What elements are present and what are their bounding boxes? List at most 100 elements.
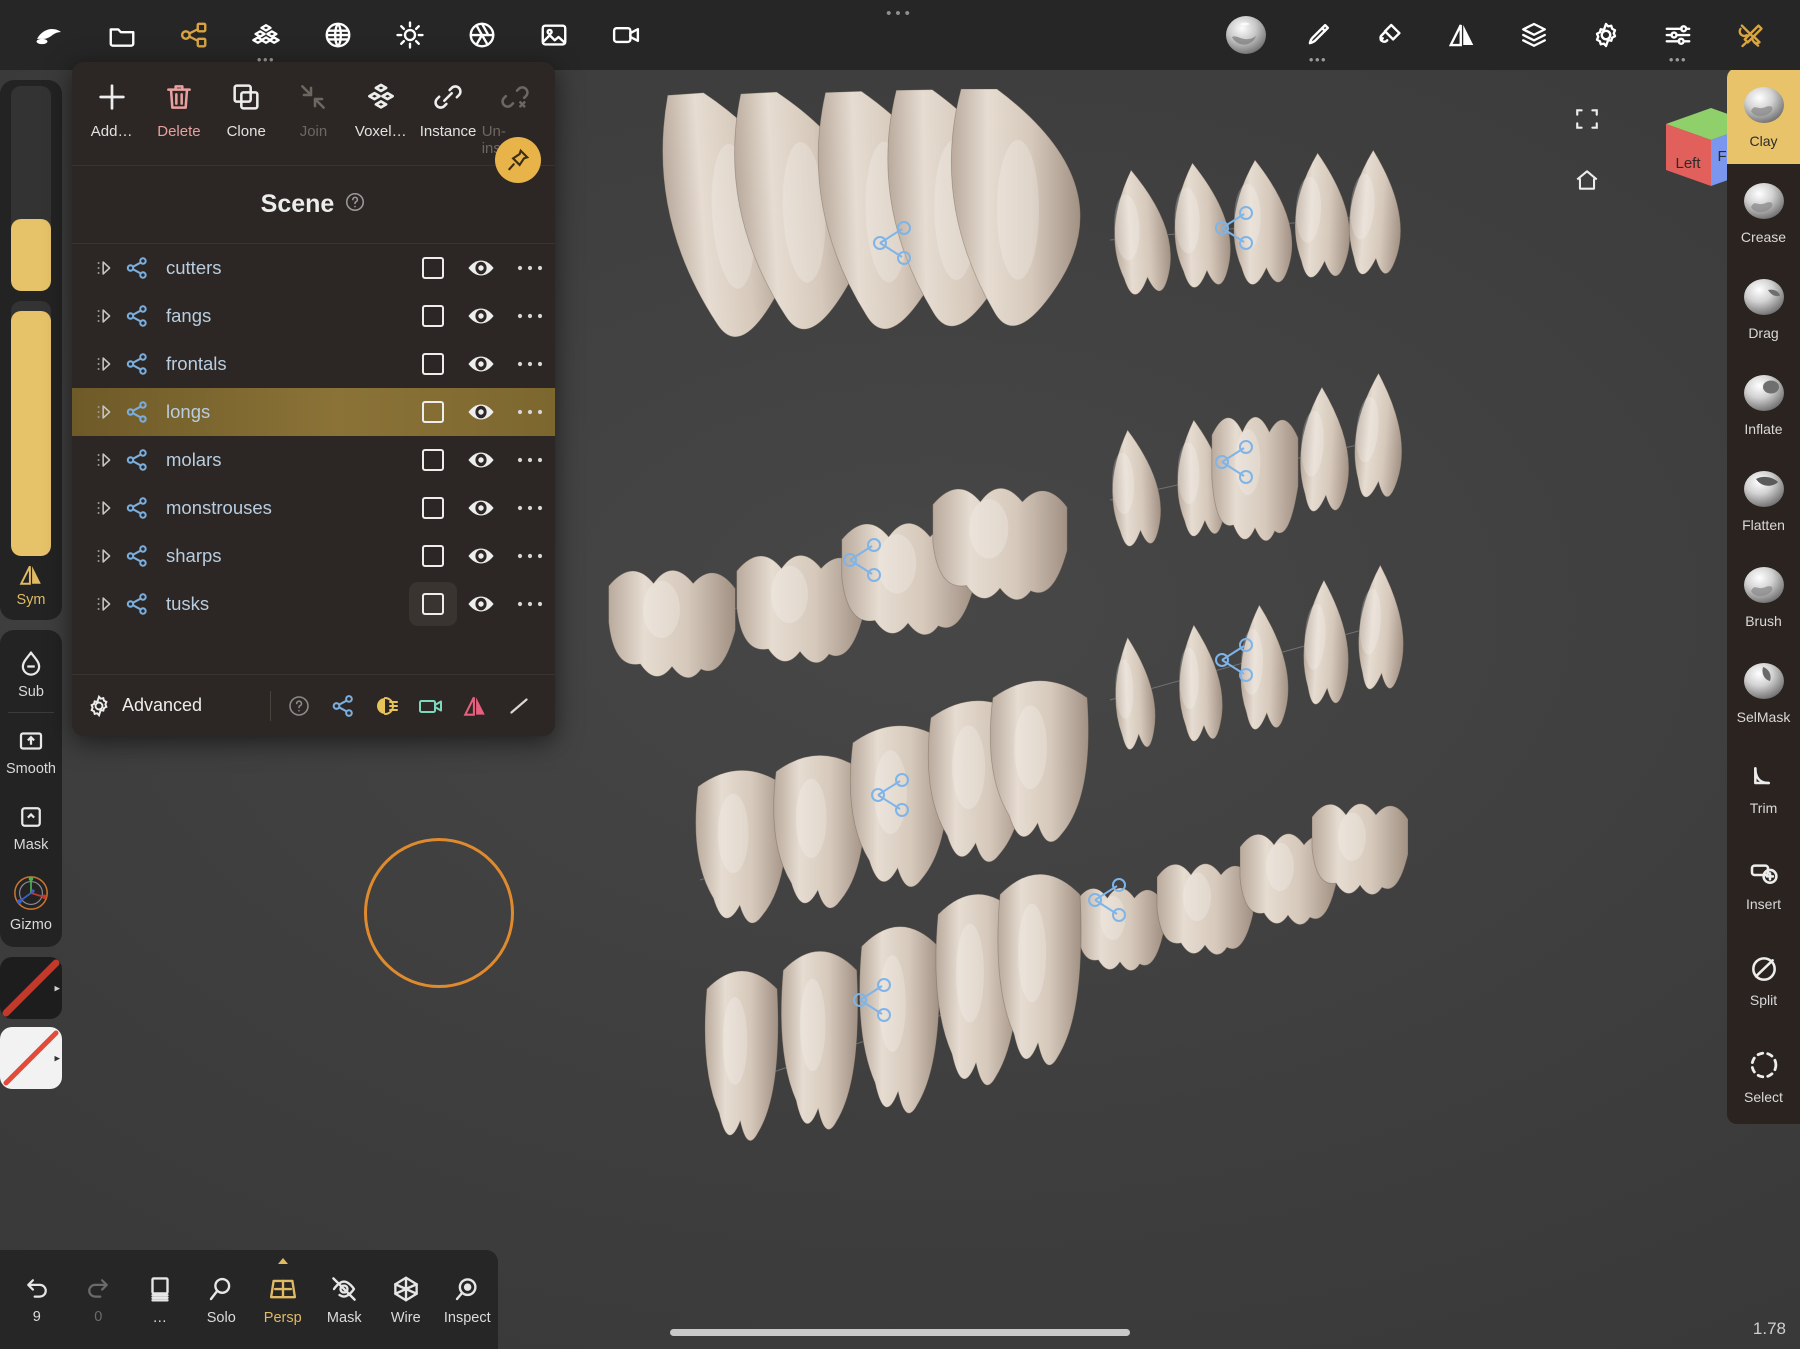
select-tool[interactable]: Select [1727, 1028, 1800, 1124]
object-checkbox[interactable] [409, 438, 457, 482]
more-options-icon[interactable] [505, 263, 555, 273]
undo-button[interactable]: 9 [6, 1250, 68, 1349]
object-checkbox[interactable] [409, 342, 457, 386]
more-options-icon[interactable] [505, 503, 555, 513]
light-icon[interactable] [365, 684, 409, 728]
persp-button[interactable]: Persp [252, 1250, 314, 1349]
more-options-icon[interactable] [505, 407, 555, 417]
table-row[interactable]: monstrouses [72, 484, 555, 532]
tools-button[interactable] [1714, 0, 1786, 70]
clone-button[interactable]: Clone [213, 76, 280, 140]
insert-tool[interactable]: Insert [1727, 836, 1800, 932]
symmetry-toggle[interactable]: Sym [0, 556, 62, 614]
sliders-button[interactable]: ••• [1642, 0, 1714, 70]
add-button[interactable]: Add… [78, 76, 145, 140]
mask-view-button[interactable]: Mask [314, 1250, 376, 1349]
table-row[interactable]: sharps [72, 532, 555, 580]
paint-brush-button[interactable]: ••• [1282, 0, 1354, 70]
visibility-eye-icon[interactable] [457, 303, 505, 329]
share-nodes-icon[interactable] [124, 591, 158, 617]
home-icon[interactable] [1574, 167, 1600, 198]
table-row[interactable]: frontals [72, 340, 555, 388]
intensity-slider[interactable] [11, 301, 51, 556]
expand-triangle-icon[interactable] [94, 353, 124, 375]
more-options-icon[interactable] [505, 551, 555, 561]
more-options-icon[interactable] [505, 599, 555, 609]
radius-slider[interactable] [11, 86, 51, 291]
fill-bucket-button[interactable] [1354, 0, 1426, 70]
line-icon[interactable] [497, 684, 541, 728]
material-sphere-button[interactable] [302, 0, 374, 70]
visibility-eye-icon[interactable] [457, 399, 505, 425]
table-row[interactable]: molars [72, 436, 555, 484]
expand-triangle-icon[interactable] [94, 257, 124, 279]
background-image-button[interactable] [518, 0, 590, 70]
delete-button[interactable]: Delete [145, 76, 212, 140]
share-nodes-icon[interactable] [124, 255, 158, 281]
clay-tool[interactable]: Clay [1727, 68, 1800, 164]
fullscreen-icon[interactable] [1574, 106, 1600, 137]
sub-mode-button[interactable]: Sub [0, 636, 62, 712]
more-options-icon[interactable] [505, 359, 555, 369]
share-nodes-icon[interactable] [124, 495, 158, 521]
visibility-eye-icon[interactable] [457, 591, 505, 617]
visibility-eye-icon[interactable] [457, 495, 505, 521]
help-circle-icon[interactable] [344, 191, 366, 218]
share-nodes-icon[interactable] [124, 447, 158, 473]
table-row[interactable]: tusks [72, 580, 555, 628]
topology-button[interactable]: ••• [230, 0, 302, 70]
orientation-cube[interactable]: Left Front [1636, 98, 1756, 186]
share-nodes-icon[interactable] [321, 684, 365, 728]
folder-button[interactable] [86, 0, 158, 70]
layers-list-button[interactable]: … [129, 1250, 191, 1349]
drag-tool[interactable]: Drag [1727, 260, 1800, 356]
wire-button[interactable]: Wire [375, 1250, 437, 1349]
smooth-button[interactable]: Smooth [0, 713, 62, 789]
expand-triangle-icon[interactable] [94, 305, 124, 327]
selmask-tool[interactable]: SelMask [1727, 644, 1800, 740]
layers-button[interactable] [1498, 0, 1570, 70]
visibility-eye-icon[interactable] [457, 447, 505, 473]
expand-triangle-icon[interactable] [94, 593, 124, 615]
table-row[interactable]: fangs [72, 292, 555, 340]
share-nodes-icon[interactable] [124, 543, 158, 569]
object-checkbox[interactable] [409, 246, 457, 290]
object-checkbox[interactable] [409, 582, 457, 626]
crease-tool[interactable]: Crease [1727, 164, 1800, 260]
render-video-button[interactable] [590, 0, 662, 70]
solo-button[interactable]: Solo [191, 1250, 253, 1349]
object-checkbox[interactable] [409, 294, 457, 338]
brush-tool[interactable]: Brush [1727, 548, 1800, 644]
gizmo-button[interactable]: Gizmo [0, 865, 62, 941]
panel-drag-handle[interactable]: ••• [886, 6, 914, 21]
visibility-eye-icon[interactable] [457, 543, 505, 569]
object-checkbox[interactable] [409, 486, 457, 530]
view-cube-widget[interactable]: Left Front [1576, 98, 1756, 190]
more-options-icon[interactable] [505, 311, 555, 321]
share-nodes-icon[interactable] [124, 351, 158, 377]
symmetry-button[interactable] [1426, 0, 1498, 70]
camera-icon[interactable] [409, 684, 453, 728]
flatten-tool[interactable]: Flatten [1727, 452, 1800, 548]
redo-button[interactable]: 0 [68, 1250, 130, 1349]
table-row[interactable]: cutters [72, 244, 555, 292]
split-tool[interactable]: Split [1727, 932, 1800, 1028]
table-row[interactable]: longs [72, 388, 555, 436]
expand-triangle-icon[interactable] [94, 545, 124, 567]
trim-tool[interactable]: Trim [1727, 740, 1800, 836]
visibility-eye-icon[interactable] [457, 255, 505, 281]
share-nodes-icon[interactable] [124, 303, 158, 329]
scene-graph-button[interactable] [158, 0, 230, 70]
color-swatch[interactable]: ▸ [0, 1027, 62, 1089]
voxel-remesh-button[interactable]: Voxel… [347, 76, 414, 140]
expand-triangle-icon[interactable] [94, 449, 124, 471]
inflate-tool[interactable]: Inflate [1727, 356, 1800, 452]
more-options-icon[interactable] [505, 455, 555, 465]
pin-button[interactable] [495, 137, 541, 183]
expand-triangle-icon[interactable] [94, 401, 124, 423]
lighting-button[interactable] [374, 0, 446, 70]
advanced-button[interactable]: Advanced [86, 693, 270, 719]
matcap-preview-button[interactable] [1210, 0, 1282, 70]
visibility-eye-icon[interactable] [457, 351, 505, 377]
object-checkbox[interactable] [409, 390, 457, 434]
